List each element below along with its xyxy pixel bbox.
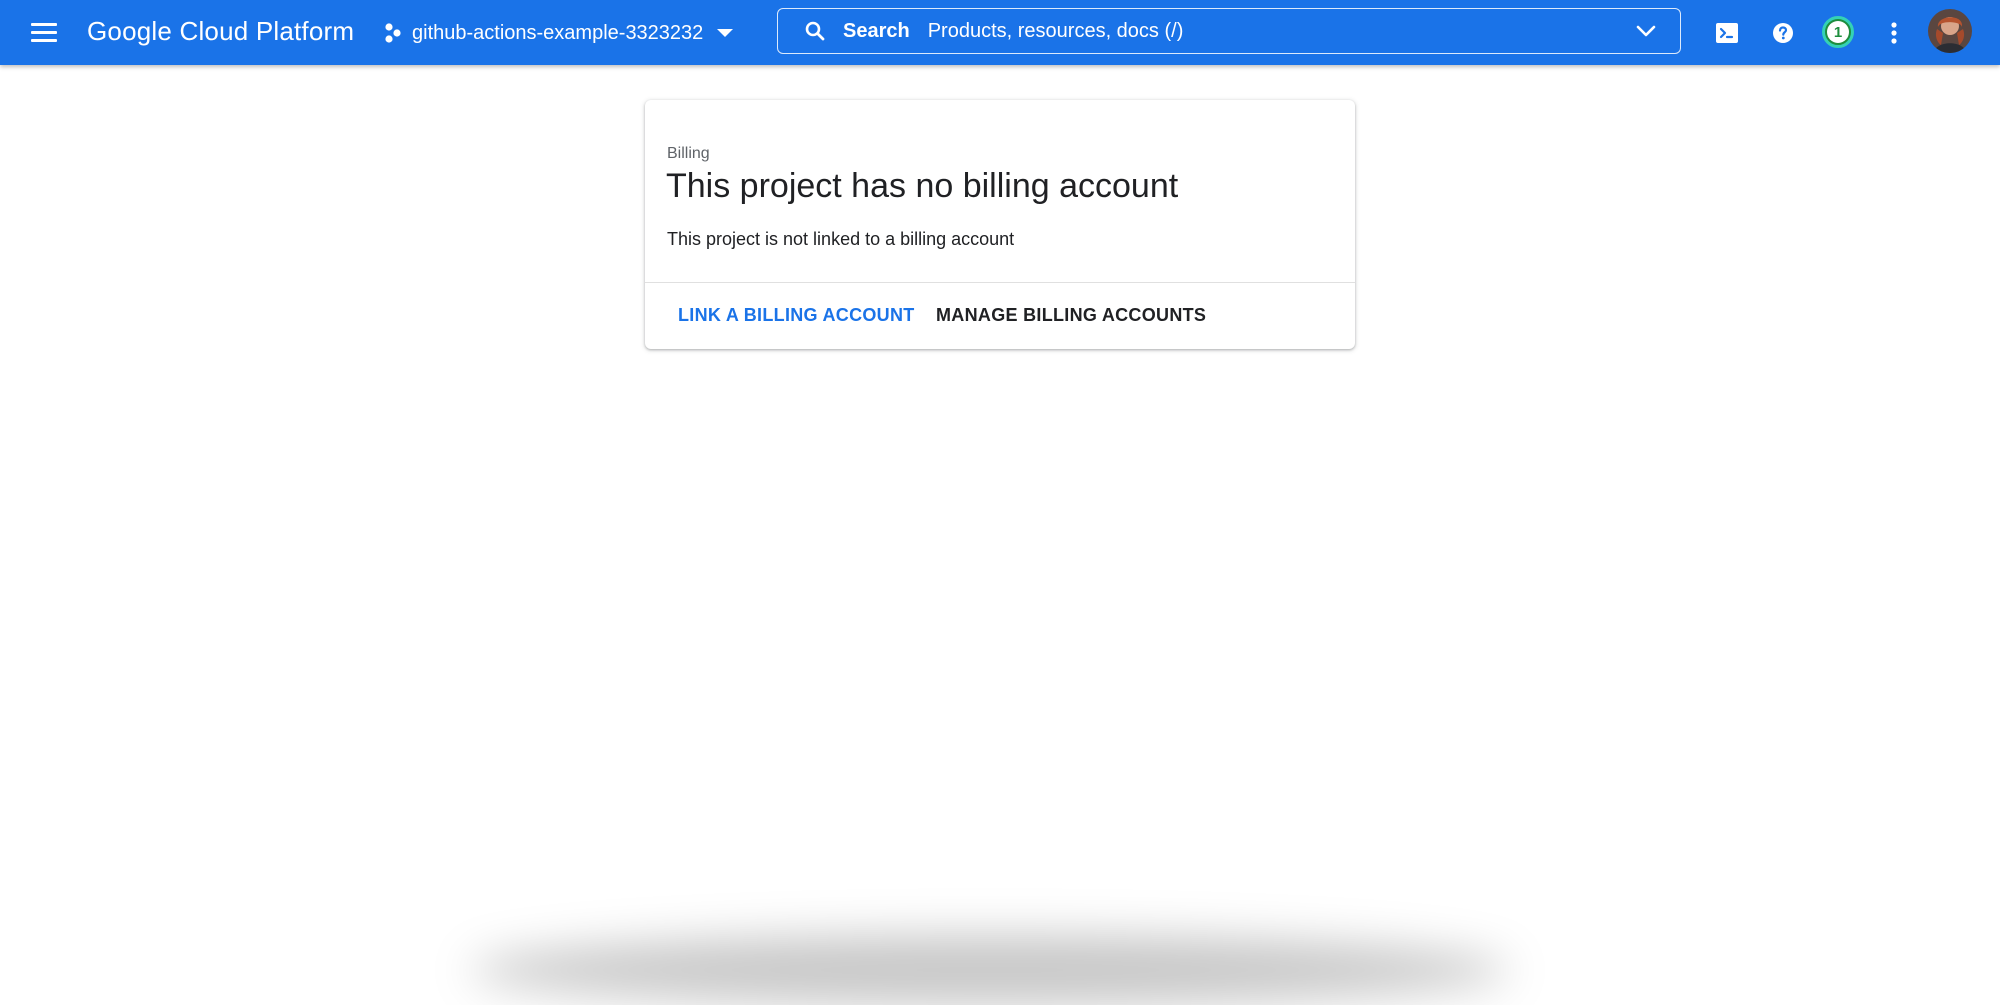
search-bar[interactable]: Search xyxy=(777,8,1681,54)
card-eyebrow: Billing xyxy=(667,145,710,162)
hamburger-menu-icon xyxy=(31,23,57,26)
chevron-down-icon[interactable] xyxy=(1634,19,1658,43)
search-label: Search xyxy=(843,19,910,42)
divider xyxy=(645,282,1355,283)
card-description: This project is not linked to a billing … xyxy=(667,229,1015,249)
notification-count: 1 xyxy=(1827,21,1849,43)
billing-card: Billing This project has no billing acco… xyxy=(645,100,1355,349)
notifications-button[interactable]: 1 xyxy=(1822,16,1854,48)
search-icon xyxy=(805,21,825,41)
project-hexagon-icon xyxy=(385,23,401,43)
bottom-edge-shadow xyxy=(470,935,1510,1005)
help-button[interactable] xyxy=(1766,16,1800,50)
project-name: github-actions-example-3323232 xyxy=(412,21,704,44)
more-options-button[interactable] xyxy=(1877,16,1911,50)
navigation-menu-button[interactable] xyxy=(24,16,64,50)
more-vert-icon xyxy=(1891,22,1897,44)
caret-down-icon xyxy=(717,29,734,37)
page-title: This project has no billing account xyxy=(666,167,1179,205)
top-app-bar: Google Cloud Platform github-actions-exa… xyxy=(0,0,2000,65)
avatar-image xyxy=(1928,9,1972,53)
avatar[interactable] xyxy=(1928,9,1972,53)
help-icon xyxy=(1773,23,1793,43)
app-title[interactable]: Google Cloud Platform xyxy=(87,16,354,47)
cloud-shell-button[interactable] xyxy=(1710,16,1744,50)
project-picker[interactable]: github-actions-example-3323232 xyxy=(384,17,734,49)
search-input[interactable] xyxy=(925,10,1634,52)
terminal-icon xyxy=(1716,23,1738,43)
manage-billing-accounts-button[interactable]: MANAGE BILLING ACCOUNTS xyxy=(936,305,1206,326)
link-billing-account-button[interactable]: LINK A BILLING ACCOUNT xyxy=(678,305,915,326)
